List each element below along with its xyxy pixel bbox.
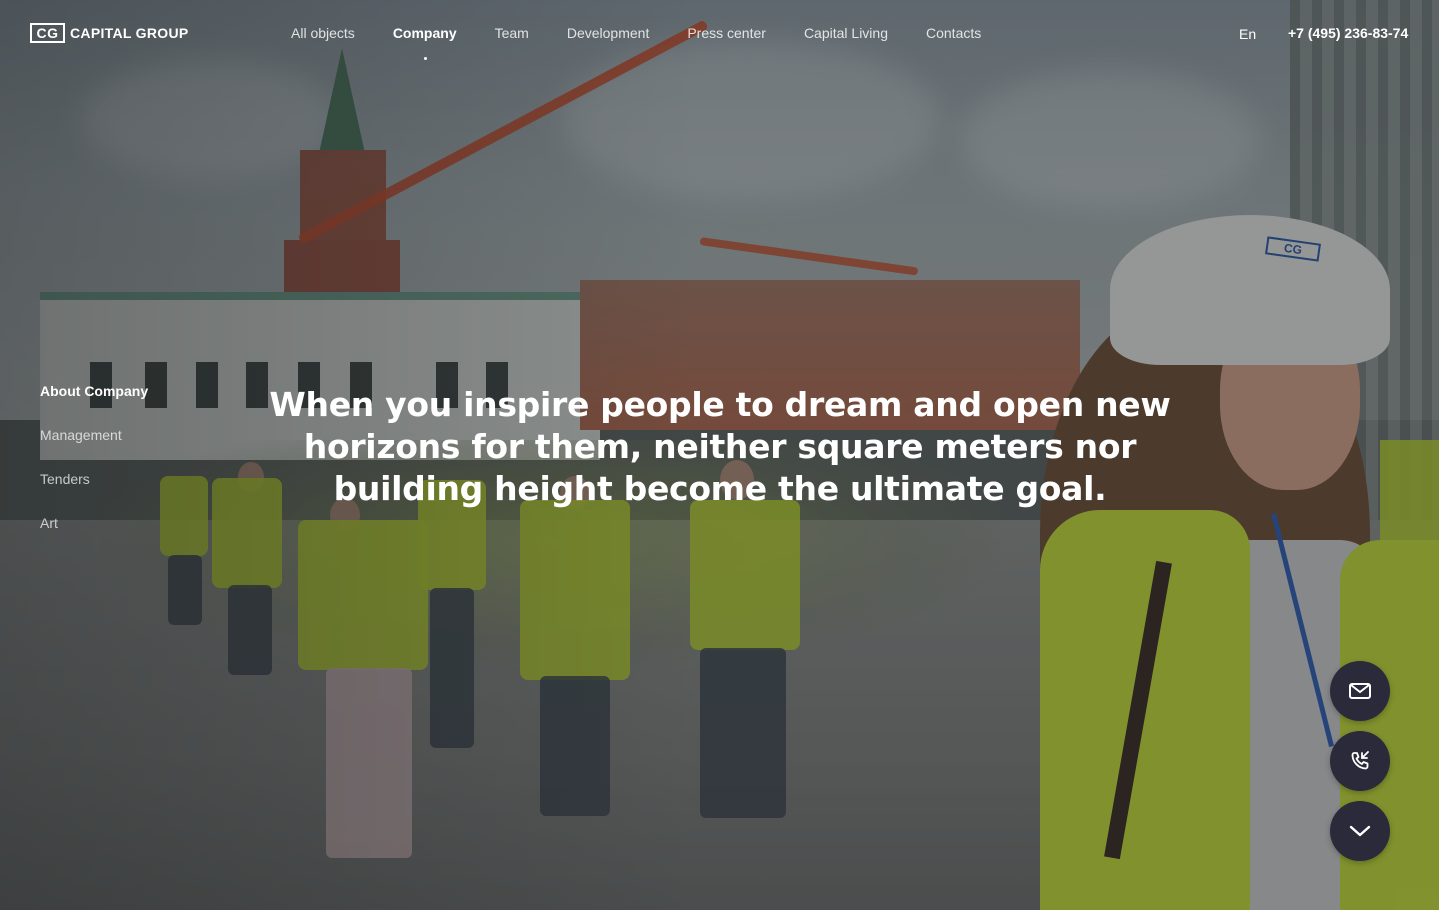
- brand-logo[interactable]: CG CAPITAL GROUP: [30, 23, 189, 43]
- section-item-tenders[interactable]: Tenders: [40, 471, 148, 515]
- logo-mark: CG: [30, 23, 65, 43]
- scroll-down-button[interactable]: [1330, 801, 1390, 861]
- nav-item-capital-living[interactable]: Capital Living: [804, 25, 888, 41]
- chevron-down-icon: [1349, 825, 1371, 837]
- nav-item-company[interactable]: Company: [393, 25, 457, 60]
- email-button[interactable]: [1330, 661, 1390, 721]
- phone-icon: [1351, 751, 1369, 770]
- nav-item-all-objects[interactable]: All objects: [291, 25, 355, 41]
- site-header: CG CAPITAL GROUP All objects Company Tea…: [0, 0, 1439, 70]
- logo-text: CAPITAL GROUP: [70, 25, 189, 41]
- nav-item-press-center[interactable]: Press center: [687, 25, 766, 41]
- phone-link[interactable]: +7 (495) 236-83-74: [1288, 25, 1408, 41]
- hero-headline: When you inspire people to dream and ope…: [269, 385, 1171, 508]
- mail-icon: [1349, 683, 1371, 699]
- section-menu: About Company Management Tenders Art: [40, 383, 148, 559]
- nav-item-team[interactable]: Team: [495, 25, 529, 41]
- section-item-about-company[interactable]: About Company: [40, 383, 148, 427]
- nav-item-contacts[interactable]: Contacts: [926, 25, 981, 41]
- section-item-management[interactable]: Management: [40, 427, 148, 471]
- language-switch[interactable]: En: [1239, 26, 1256, 42]
- call-button[interactable]: [1330, 731, 1390, 791]
- nav-item-development[interactable]: Development: [567, 25, 650, 41]
- section-item-art[interactable]: Art: [40, 515, 148, 559]
- main-nav: All objects Company Team Development Pre…: [291, 25, 1019, 60]
